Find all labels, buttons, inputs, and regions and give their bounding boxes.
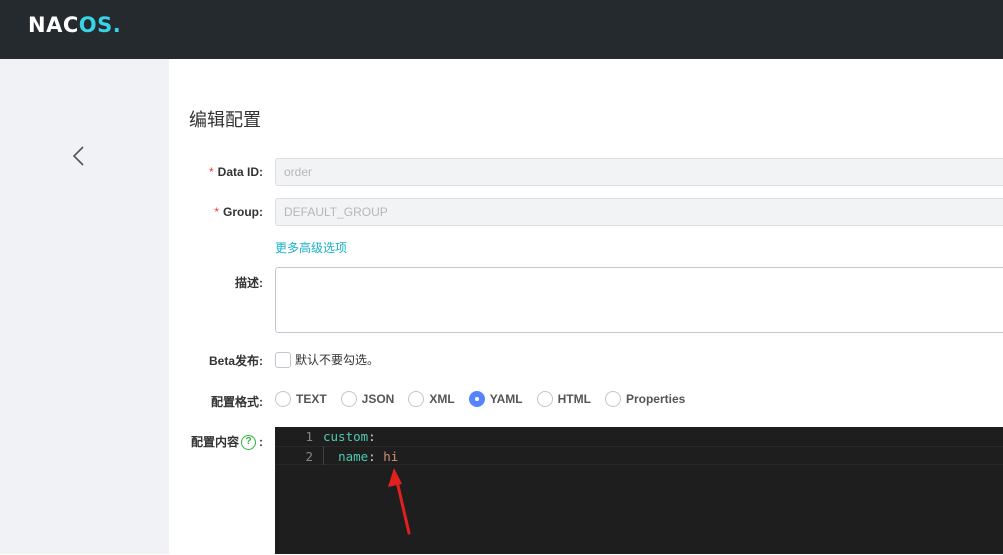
group-input[interactable]: DEFAULT_GROUP [275,198,1003,226]
required-mark: * [208,165,214,179]
top-navbar: NACOS. [0,0,1003,59]
content-label-colon: : [259,435,263,449]
required-mark: * [214,205,219,219]
code-key: name [338,449,369,464]
radio-circle-selected[interactable] [468,391,485,407]
editor-line-active: 2 name: hi [275,446,1003,465]
radio-label: XML [429,392,455,406]
radio-label: Properties [625,392,686,406]
data-id-label-text: Data ID: [217,165,263,179]
format-option-properties[interactable]: Properties [604,391,686,407]
logo-text-part2: OS [78,13,113,37]
beta-checkbox-text: 默认不要勾选。 [295,353,380,367]
group-label: * Group: [214,205,263,219]
radio-label: TEXT [296,392,327,406]
code-key: custom [323,429,369,444]
logo-dot: . [112,13,122,37]
indent-guide [323,446,324,465]
format-option-yaml[interactable]: YAML [468,391,523,407]
content-label-text: 配置内容 [190,435,239,449]
data-id-input[interactable]: order [275,158,1003,186]
radio-circle[interactable] [340,391,357,407]
code-separator: : [368,449,384,464]
radio-circle[interactable] [408,391,425,407]
nacos-logo[interactable]: NACOS. [28,13,121,37]
beta-label: Beta发布: [208,354,263,368]
question-circle-icon[interactable]: ? [241,435,256,451]
beta-checkbox[interactable] [275,351,291,368]
main-content: 编辑配置 * Data ID: order * Group: DEFAULT_GRO… [169,59,1003,554]
format-option-text[interactable]: TEXT [275,391,327,407]
chevron-left-icon[interactable] [68,144,90,168]
line-number: 1 [305,429,313,444]
format-option-json[interactable]: JSON [340,391,395,407]
format-option-xml[interactable]: XML [408,391,455,407]
group-label-text: Group: [223,205,263,219]
data-id-label: * Data ID: [209,165,263,179]
code-value: hi [383,449,399,464]
code-text: name: hi [323,447,398,466]
beta-checkbox-row[interactable]: 默认不要勾选。 [275,351,379,368]
radio-label: HTML [557,392,591,406]
radio-label: JSON [361,392,395,406]
content-label: 配置内容?: [190,433,263,451]
config-code-editor[interactable]: 1 custom: 2 name: hi [275,427,1003,554]
radio-circle[interactable] [604,391,621,407]
editor-line: 1 custom: [275,427,1003,446]
radio-circle[interactable] [536,391,553,407]
radio-circle[interactable] [275,391,291,407]
description-textarea[interactable] [275,267,1003,333]
format-label: 配置格式: [211,395,263,409]
description-label: 描述: [235,276,263,290]
logo-text-part1: NAC [28,13,79,37]
format-option-html[interactable]: HTML [536,391,591,407]
format-radio-group: TEXT JSON XML YAML HTML Properties [275,391,699,407]
code-separator: : [368,429,376,444]
line-number: 2 [305,449,313,464]
radio-label: YAML [489,392,523,406]
red-arrow-annotation [388,468,411,535]
sidebar [0,59,169,554]
advanced-options-link[interactable]: 更多高级选项 [275,239,347,256]
code-text: custom: [323,427,376,446]
page-title: 编辑配置 [189,110,261,130]
